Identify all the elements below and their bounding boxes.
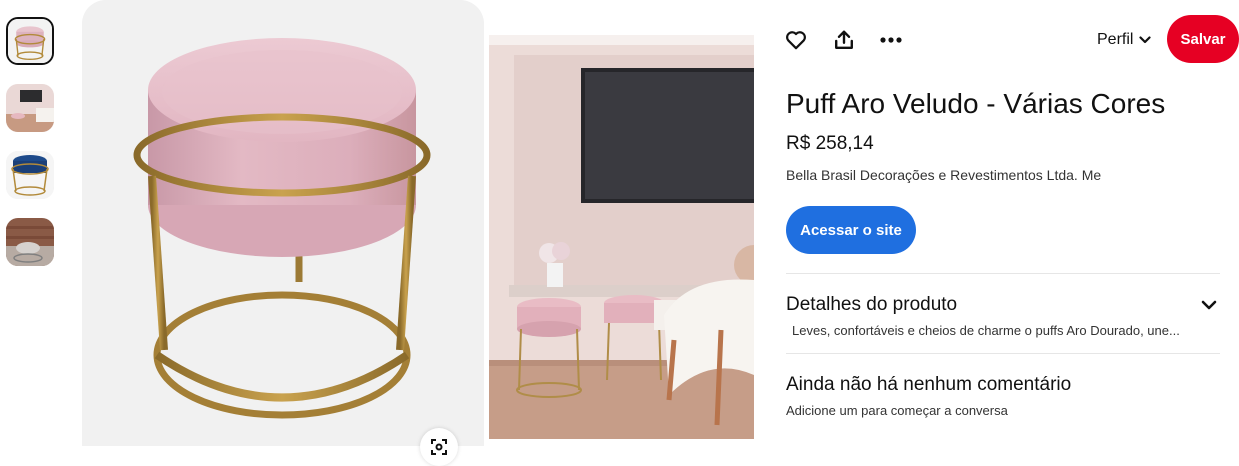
comments-title: Ainda não há nenhum comentário	[786, 374, 1072, 395]
thumbnail-pink-puff[interactable]	[6, 17, 54, 65]
share-icon	[835, 30, 853, 49]
main-product-image[interactable]	[82, 0, 484, 446]
thumbnail-pink-room[interactable]	[6, 84, 54, 132]
thumbnail-strip	[0, 0, 70, 446]
more-icon	[880, 37, 902, 43]
product-title: Puff Aro Veludo - Várias Cores	[786, 88, 1166, 119]
room-preview-image[interactable]	[489, 35, 754, 439]
profile-label: Perfil	[1097, 31, 1134, 48]
product-description: Leves, confortáveis e cheios de charme o…	[792, 323, 1180, 338]
visit-site-button[interactable]: Acessar o site	[786, 206, 916, 254]
blue-puff-thumb-image	[6, 151, 54, 199]
share-button[interactable]	[828, 24, 860, 56]
chevron-down-icon	[1139, 36, 1152, 44]
divider	[786, 353, 1220, 354]
heart-icon	[786, 31, 806, 50]
pink-room-image	[489, 35, 754, 439]
pink-velvet-puff-image	[82, 0, 484, 446]
comments-subtitle: Adicione um para começar a conversa	[786, 403, 1008, 418]
pin-details-panel: Perfil Salvar Puff Aro Veludo - Várias C…	[786, 0, 1239, 446]
details-toggle[interactable]	[1196, 294, 1222, 316]
divider	[786, 273, 1220, 274]
visual-search-button[interactable]	[420, 428, 458, 466]
brick-room-thumb-image	[6, 218, 54, 266]
chevron-down-icon	[1201, 300, 1217, 310]
pink-room-thumb-image	[6, 84, 54, 132]
lens-icon	[431, 439, 447, 455]
thumbnail-brick-room[interactable]	[6, 218, 54, 266]
more-options-button[interactable]	[875, 24, 907, 56]
profile-selector[interactable]: Perfil	[1097, 28, 1152, 52]
pink-puff-thumb-image	[8, 19, 52, 63]
save-button[interactable]: Salvar	[1167, 15, 1239, 63]
thumbnail-blue-puff[interactable]	[6, 151, 54, 199]
product-price: R$ 258,14	[786, 133, 874, 154]
product-details-title[interactable]: Detalhes do produto	[786, 294, 957, 316]
like-button[interactable]	[780, 24, 812, 56]
seller-name: Bella Brasil Decorações e Revestimentos …	[786, 167, 1102, 183]
